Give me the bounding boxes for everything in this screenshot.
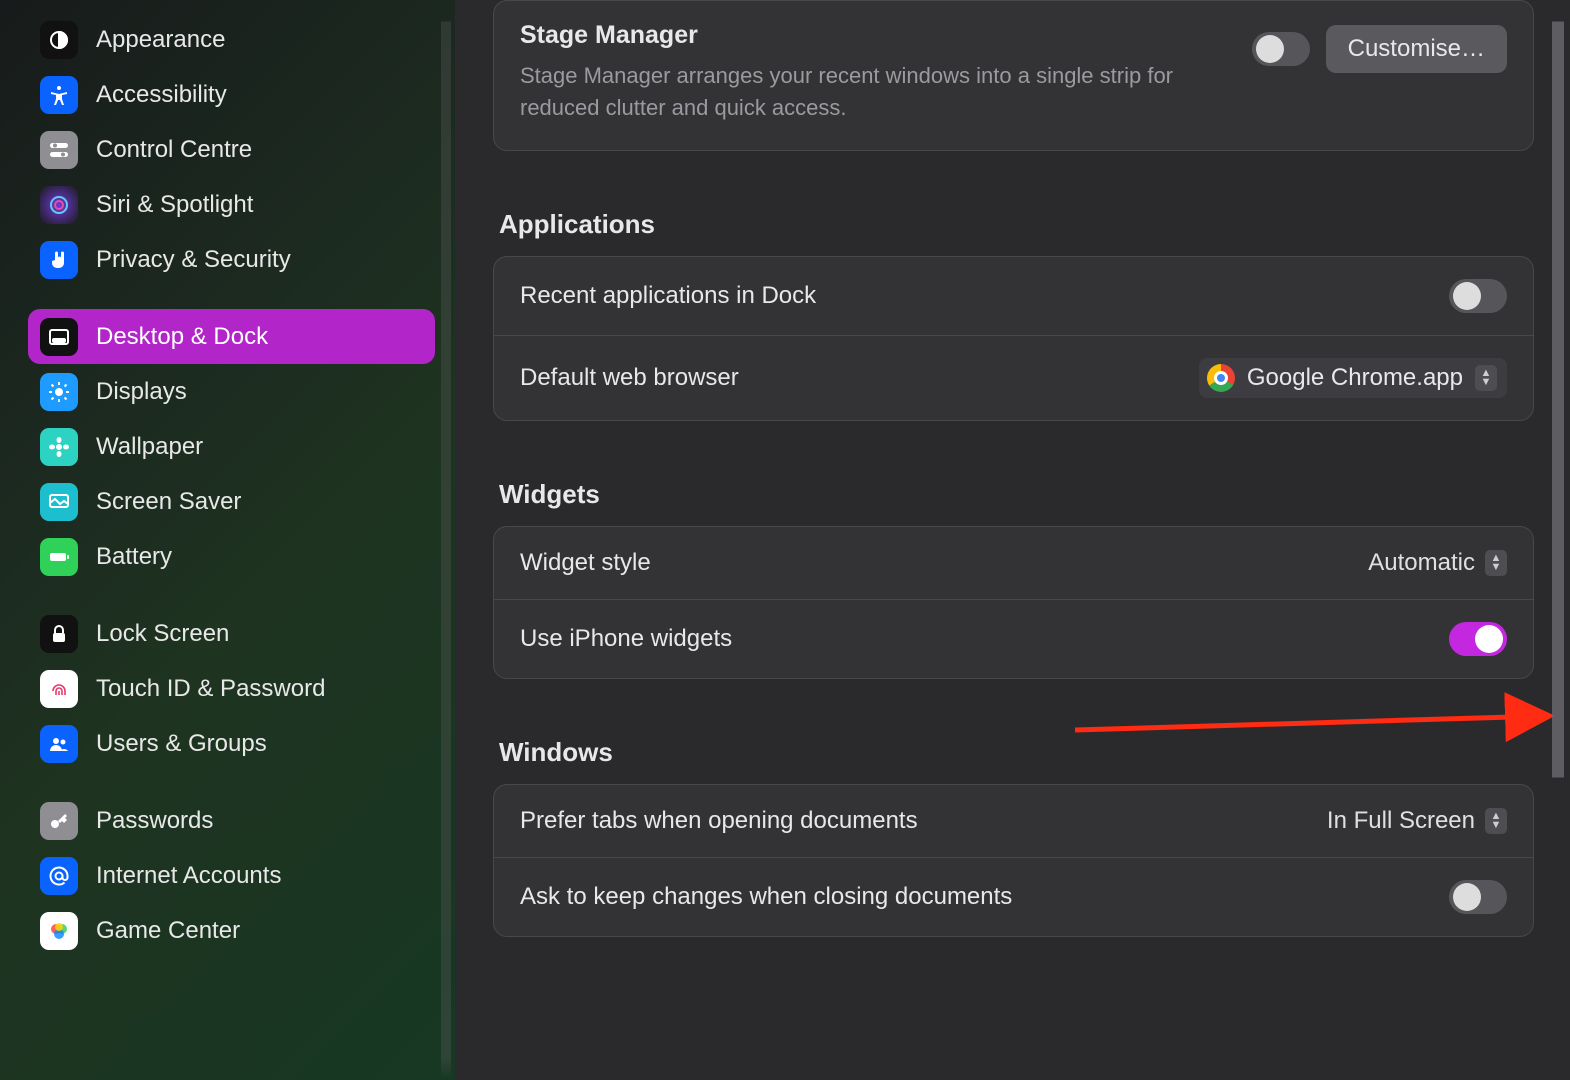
use-iphone-widgets-toggle[interactable] bbox=[1449, 622, 1507, 656]
stage-manager-card: Stage Manager Stage Manager arranges you… bbox=[493, 0, 1534, 151]
sidebar-item-label: Lock Screen bbox=[96, 620, 229, 648]
sidebar-item-wallpaper[interactable]: Wallpaper bbox=[28, 419, 435, 474]
stage-manager-toggle[interactable] bbox=[1252, 32, 1310, 66]
row-use-iphone-widgets: Use iPhone widgets bbox=[494, 599, 1533, 678]
appearance-icon bbox=[40, 21, 78, 59]
sidebar-item-users-groups[interactable]: Users & Groups bbox=[28, 716, 435, 771]
gamecenter-icon bbox=[40, 912, 78, 950]
use-iphone-widgets-label: Use iPhone widgets bbox=[520, 625, 732, 653]
stage-manager-description: Stage Manager arranges your recent windo… bbox=[520, 60, 1232, 124]
sidebar-item-label: Game Center bbox=[96, 917, 240, 945]
row-ask-keep-changes: Ask to keep changes when closing documen… bbox=[494, 857, 1533, 936]
recent-apps-toggle[interactable] bbox=[1449, 279, 1507, 313]
siri-icon bbox=[40, 186, 78, 224]
sidebar-item-label: Wallpaper bbox=[96, 433, 203, 461]
hand-icon bbox=[40, 241, 78, 279]
sidebar: Appearance Accessibility Control Centre … bbox=[0, 0, 455, 1080]
flower-icon bbox=[40, 428, 78, 466]
sidebar-item-displays[interactable]: Displays bbox=[28, 364, 435, 419]
ask-keep-changes-toggle[interactable] bbox=[1449, 880, 1507, 914]
sidebar-item-label: Desktop & Dock bbox=[96, 323, 268, 351]
widget-style-label: Widget style bbox=[520, 549, 651, 577]
customise-button[interactable]: Customise… bbox=[1326, 25, 1507, 73]
dock-icon bbox=[40, 318, 78, 356]
applications-card: Recent applications in Dock Default web … bbox=[493, 256, 1534, 421]
users-icon bbox=[40, 725, 78, 763]
default-browser-select[interactable]: Google Chrome.app ▲▼ bbox=[1199, 358, 1507, 398]
sidebar-item-label: Displays bbox=[96, 378, 187, 406]
sidebar-item-game-center[interactable]: Game Center bbox=[28, 903, 435, 958]
widget-style-value: Automatic bbox=[1368, 549, 1475, 577]
sidebar-item-label: Control Centre bbox=[96, 136, 252, 164]
sidebar-item-passwords[interactable]: Passwords bbox=[28, 793, 435, 848]
prefer-tabs-value: In Full Screen bbox=[1327, 807, 1475, 835]
default-browser-value: Google Chrome.app bbox=[1247, 364, 1463, 392]
sidebar-item-lock-screen[interactable]: Lock Screen bbox=[28, 606, 435, 661]
windows-card: Prefer tabs when opening documents In Fu… bbox=[493, 784, 1534, 937]
row-default-browser: Default web browser Google Chrome.app ▲▼ bbox=[494, 335, 1533, 420]
battery-icon bbox=[40, 538, 78, 576]
sidebar-item-label: Privacy & Security bbox=[96, 246, 291, 274]
switches-icon bbox=[40, 131, 78, 169]
section-heading-windows: Windows bbox=[493, 707, 1534, 784]
chevron-up-down-icon: ▲▼ bbox=[1485, 808, 1507, 834]
default-browser-label: Default web browser bbox=[520, 364, 739, 392]
sidebar-item-control-centre[interactable]: Control Centre bbox=[28, 122, 435, 177]
sidebar-item-privacy-security[interactable]: Privacy & Security bbox=[28, 232, 435, 287]
widgets-card: Widget style Automatic ▲▼ Use iPhone wid… bbox=[493, 526, 1534, 679]
key-icon bbox=[40, 802, 78, 840]
row-recent-apps: Recent applications in Dock bbox=[494, 257, 1533, 335]
section-heading-widgets: Widgets bbox=[493, 449, 1534, 526]
widget-style-select[interactable]: Automatic ▲▼ bbox=[1368, 549, 1507, 577]
main-content: Stage Manager Stage Manager arranges you… bbox=[455, 0, 1570, 1080]
sidebar-item-label: Touch ID & Password bbox=[96, 675, 325, 703]
chevron-up-down-icon: ▲▼ bbox=[1475, 365, 1497, 391]
screensaver-icon bbox=[40, 483, 78, 521]
accessibility-icon bbox=[40, 76, 78, 114]
row-prefer-tabs: Prefer tabs when opening documents In Fu… bbox=[494, 785, 1533, 857]
sidebar-item-label: Users & Groups bbox=[96, 730, 267, 758]
ask-keep-changes-label: Ask to keep changes when closing documen… bbox=[520, 883, 1012, 911]
stage-manager-title: Stage Manager bbox=[520, 21, 1232, 50]
fingerprint-icon bbox=[40, 670, 78, 708]
sidebar-item-label: Internet Accounts bbox=[96, 862, 281, 890]
lock-icon bbox=[40, 615, 78, 653]
sidebar-item-label: Accessibility bbox=[96, 81, 227, 109]
chevron-up-down-icon: ▲▼ bbox=[1485, 550, 1507, 576]
recent-apps-label: Recent applications in Dock bbox=[520, 282, 816, 310]
sidebar-item-desktop-dock[interactable]: Desktop & Dock bbox=[28, 309, 435, 364]
row-widget-style: Widget style Automatic ▲▼ bbox=[494, 527, 1533, 599]
sidebar-item-label: Appearance bbox=[96, 26, 225, 54]
sidebar-item-appearance[interactable]: Appearance bbox=[28, 12, 435, 67]
scrollbar[interactable] bbox=[1552, 0, 1564, 1080]
prefer-tabs-select[interactable]: In Full Screen ▲▼ bbox=[1327, 807, 1507, 835]
sidebar-item-label: Battery bbox=[96, 543, 172, 571]
sidebar-item-battery[interactable]: Battery bbox=[28, 529, 435, 584]
sidebar-item-touch-id-password[interactable]: Touch ID & Password bbox=[28, 661, 435, 716]
sidebar-item-label: Siri & Spotlight bbox=[96, 191, 253, 219]
sidebar-item-siri-spotlight[interactable]: Siri & Spotlight bbox=[28, 177, 435, 232]
chrome-icon bbox=[1207, 364, 1235, 392]
at-icon bbox=[40, 857, 78, 895]
sidebar-item-accessibility[interactable]: Accessibility bbox=[28, 67, 435, 122]
prefer-tabs-label: Prefer tabs when opening documents bbox=[520, 807, 918, 835]
sun-icon bbox=[40, 373, 78, 411]
sidebar-item-label: Screen Saver bbox=[96, 488, 241, 516]
section-heading-applications: Applications bbox=[493, 179, 1534, 256]
sidebar-item-label: Passwords bbox=[96, 807, 213, 835]
sidebar-item-internet-accounts[interactable]: Internet Accounts bbox=[28, 848, 435, 903]
sidebar-item-screen-saver[interactable]: Screen Saver bbox=[28, 474, 435, 529]
